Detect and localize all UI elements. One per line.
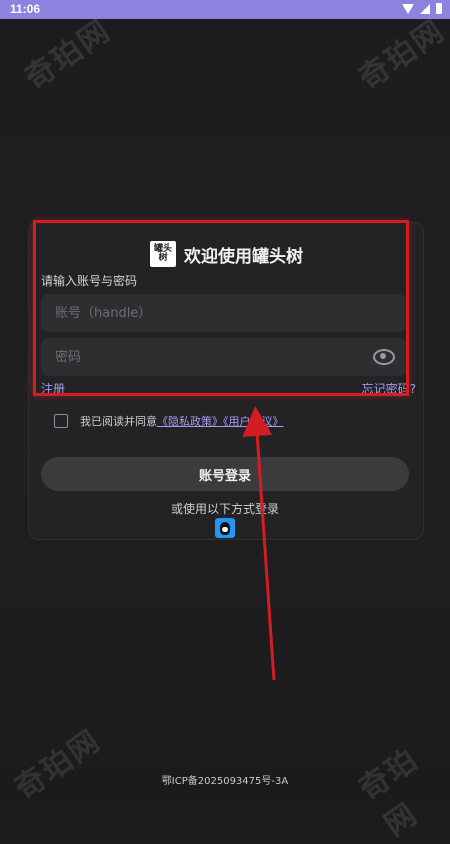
annotation-arrow [242,406,276,681]
icp-footer: 鄂ICP备2025093475号-3A [161,776,289,787]
